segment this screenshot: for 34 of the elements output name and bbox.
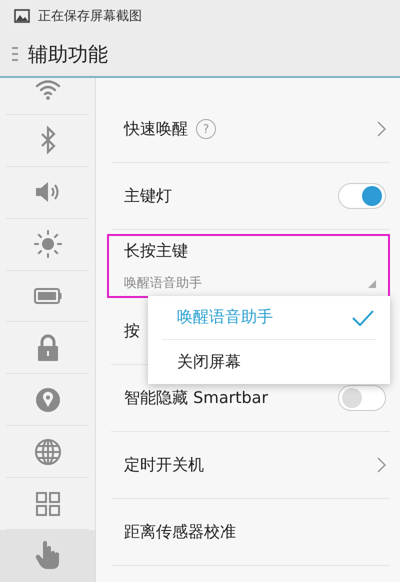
picture-icon — [14, 9, 30, 23]
toggle-switch[interactable] — [338, 385, 386, 411]
sun-icon — [34, 230, 62, 258]
globe-icon — [34, 438, 62, 466]
settings-row[interactable]: 定时开关机 — [111, 432, 390, 499]
sidebar-item[interactable] — [6, 78, 89, 115]
speaker-icon — [34, 180, 62, 204]
settings-row[interactable]: 距离传感器校准 — [111, 499, 390, 566]
row-label: 距离传感器校准 — [124, 522, 236, 542]
bluetooth-icon — [40, 126, 56, 154]
grid-icon — [36, 492, 60, 516]
toggle-switch[interactable] — [338, 183, 386, 209]
wifi-icon — [34, 78, 62, 100]
row-label: 长按主键 — [124, 240, 188, 262]
settings-row[interactable]: 主键灯 — [111, 163, 390, 230]
location-pin-icon — [34, 386, 60, 413]
row-label: 主键灯 — [124, 186, 172, 206]
row-value: 唤醒语音助手 — [124, 274, 202, 292]
row-label: 快速唤醒 — [124, 118, 188, 140]
checkmark-icon — [352, 310, 374, 326]
chevron-right-icon — [377, 121, 386, 137]
page-title: 辅助功能 — [28, 40, 108, 68]
row-label: 定时开关机 — [124, 454, 204, 476]
row-label: 按 — [124, 320, 140, 342]
drag-handle-icon[interactable] — [12, 46, 18, 62]
battery-icon — [34, 288, 62, 304]
row-label: 智能隐藏 Smartbar — [124, 388, 268, 408]
corner-triangle-icon — [368, 280, 376, 288]
hand-pointer-icon — [34, 540, 60, 570]
sidebar-item[interactable] — [0, 530, 95, 582]
lock-icon — [36, 334, 60, 362]
chevron-right-icon — [377, 457, 386, 473]
notification-text: 正在保存屏幕截图 — [38, 8, 142, 25]
settings-row[interactable]: 快速唤醒 ? — [111, 96, 390, 163]
